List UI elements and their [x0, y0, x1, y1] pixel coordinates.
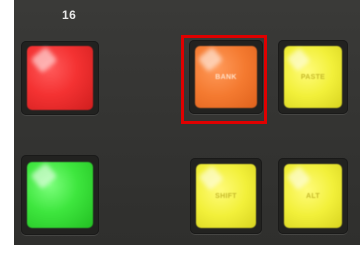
- paste-key-label: PASTE: [300, 73, 326, 81]
- paste-key-bezel: PASTE: [278, 40, 348, 114]
- green-key-bezel: [21, 155, 99, 235]
- shift-key-bezel: SHIFT: [190, 158, 262, 234]
- alt-key-label: ALT: [306, 192, 320, 200]
- channel-number-label: 16: [62, 8, 77, 22]
- bank-key-highlight: [181, 35, 267, 124]
- alt-key[interactable]: ALT: [284, 164, 342, 228]
- screenshot-frame: 16 BANK PASTE SHIFT ALT: [0, 0, 360, 259]
- red-key-bezel: [21, 41, 99, 115]
- paste-key[interactable]: PASTE: [284, 46, 342, 108]
- green-key[interactable]: [27, 162, 93, 228]
- red-key[interactable]: [27, 46, 93, 110]
- shift-key-label: SHIFT: [215, 192, 237, 200]
- shift-key[interactable]: SHIFT: [196, 164, 256, 228]
- alt-key-bezel: ALT: [278, 158, 348, 234]
